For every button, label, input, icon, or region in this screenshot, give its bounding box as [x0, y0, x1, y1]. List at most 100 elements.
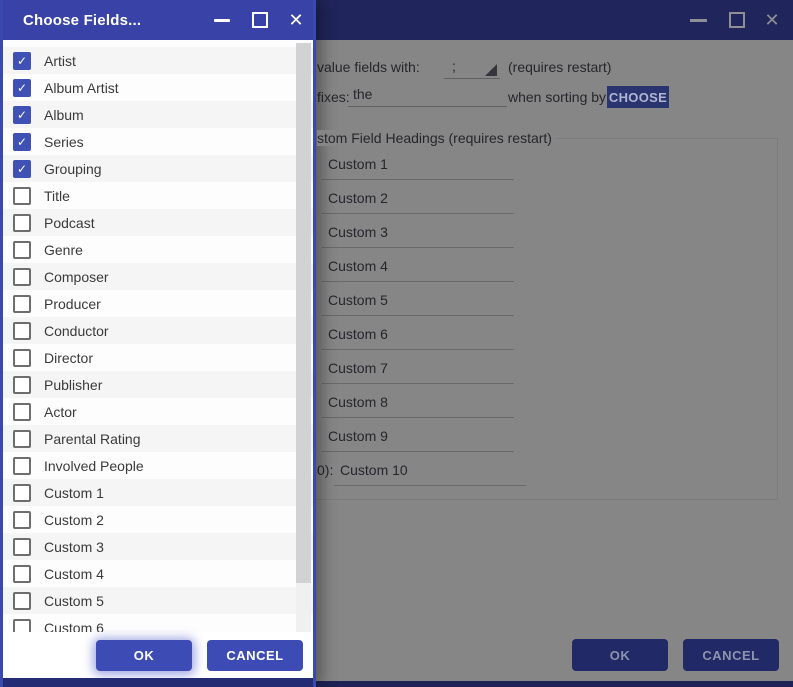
- unchecked-checkbox-icon[interactable]: [13, 214, 31, 232]
- custom-field-input-3[interactable]: Custom 3: [322, 221, 514, 248]
- custom-field-input-9[interactable]: Custom 9: [322, 425, 514, 452]
- field-row-podcast[interactable]: Podcast: [3, 209, 313, 236]
- unchecked-checkbox-icon[interactable]: [13, 484, 31, 502]
- field-row-series[interactable]: ✓ Series: [3, 128, 313, 155]
- field-row-custom-3[interactable]: Custom 3: [3, 533, 313, 560]
- minimize-icon: [214, 19, 230, 22]
- checked-checkbox-icon[interactable]: ✓: [13, 106, 31, 124]
- choose-button[interactable]: CHOOSE: [607, 86, 669, 108]
- unchecked-checkbox-icon[interactable]: [13, 376, 31, 394]
- options-minimize-button[interactable]: [687, 0, 709, 40]
- custom-field-input-6[interactable]: Custom 6: [322, 323, 514, 350]
- separator-dropdown-value[interactable]: ;: [452, 58, 456, 74]
- checked-checkbox-icon[interactable]: ✓: [13, 79, 31, 97]
- field-label: Podcast: [44, 215, 95, 231]
- field-row-actor[interactable]: Actor: [3, 398, 313, 425]
- field-label: Genre: [44, 242, 83, 258]
- field-row-composer[interactable]: Composer: [3, 263, 313, 290]
- field-row-genre[interactable]: Genre: [3, 236, 313, 263]
- custom-field-input-8[interactable]: Custom 8: [322, 391, 514, 418]
- options-bottom-edge: [316, 681, 793, 687]
- unchecked-checkbox-icon[interactable]: [13, 349, 31, 367]
- field-label: Custom 4: [44, 566, 104, 582]
- checked-checkbox-icon[interactable]: ✓: [13, 52, 31, 70]
- field-label: Album Artist: [44, 80, 119, 96]
- checked-checkbox-icon[interactable]: ✓: [13, 133, 31, 151]
- cancel-button[interactable]: CANCEL: [207, 640, 303, 671]
- field-row-conductor[interactable]: Conductor: [3, 317, 313, 344]
- maximize-icon: [252, 12, 268, 28]
- field-row-producer[interactable]: Producer: [3, 290, 313, 317]
- groupbox-title-fragment: stom Field Headings (requires restart): [317, 130, 556, 146]
- unchecked-checkbox-icon[interactable]: [13, 457, 31, 475]
- field-row-custom-1[interactable]: Custom 1: [3, 479, 313, 506]
- unchecked-checkbox-icon[interactable]: [13, 241, 31, 259]
- dialog-title: Choose Fields...: [23, 0, 141, 40]
- field-label: Director: [44, 350, 93, 366]
- prefix-label-fragment: fixes:: [317, 89, 350, 105]
- scrollbar-thumb[interactable]: [296, 43, 311, 583]
- options-cancel-button[interactable]: CANCEL: [683, 639, 779, 671]
- custom-field-input-5[interactable]: Custom 5: [322, 289, 514, 316]
- unchecked-checkbox-icon[interactable]: [13, 565, 31, 583]
- field-row-director[interactable]: Director: [3, 344, 313, 371]
- field-row-artist[interactable]: ✓Artist: [3, 47, 313, 74]
- dialog-bottom-edge: [0, 678, 316, 687]
- unchecked-checkbox-icon[interactable]: [13, 430, 31, 448]
- custom-field-input-1[interactable]: Custom 1: [322, 153, 514, 180]
- dialog-left-border: [0, 0, 3, 687]
- ok-button[interactable]: OK: [96, 640, 192, 671]
- custom10-label-fragment: 0):: [317, 462, 333, 478]
- field-label: Producer: [44, 296, 101, 312]
- when-sorting-by-label: when sorting by: [508, 89, 606, 105]
- field-label: Involved People: [44, 458, 144, 474]
- field-row-album-artist[interactable]: ✓ Album Artist: [3, 74, 313, 101]
- custom-field-input-2[interactable]: Custom 2: [322, 187, 514, 214]
- field-row-publisher[interactable]: Publisher: [3, 371, 313, 398]
- field-row-title[interactable]: Title: [3, 182, 313, 209]
- field-row-custom-5[interactable]: Custom 5: [3, 587, 313, 614]
- unchecked-checkbox-icon[interactable]: [13, 268, 31, 286]
- field-label: Series: [44, 134, 84, 150]
- field-label: Publisher: [44, 377, 102, 393]
- field-label: Parental Rating: [44, 431, 141, 447]
- separator-restart-note: (requires restart): [508, 59, 611, 75]
- screen: ✕ value fields with: ; (requires restart…: [0, 0, 793, 687]
- dialog-minimize-button[interactable]: [211, 0, 233, 40]
- unchecked-checkbox-icon[interactable]: [13, 322, 31, 340]
- checked-checkbox-icon[interactable]: ✓: [13, 160, 31, 178]
- unchecked-checkbox-icon[interactable]: [13, 511, 31, 529]
- custom-field-input-10[interactable]: Custom 10: [334, 459, 526, 486]
- dialog-right-border: [313, 0, 316, 687]
- unchecked-checkbox-icon[interactable]: [13, 187, 31, 205]
- dropdown-arrow-icon[interactable]: [485, 64, 497, 76]
- field-label: Custom 5: [44, 593, 104, 609]
- unchecked-checkbox-icon[interactable]: [13, 295, 31, 313]
- unchecked-checkbox-icon[interactable]: [13, 538, 31, 556]
- field-row-grouping[interactable]: ✓Grouping: [3, 155, 313, 182]
- unchecked-checkbox-icon[interactable]: [13, 592, 31, 610]
- field-label: Title: [44, 188, 70, 204]
- field-label: Custom 3: [44, 539, 104, 555]
- options-close-button[interactable]: ✕: [760, 0, 784, 40]
- dialog-maximize-button[interactable]: [249, 0, 271, 40]
- maximize-icon: [729, 12, 745, 28]
- dialog-close-button[interactable]: ✕: [284, 0, 308, 40]
- field-row-parental-rating[interactable]: Parental Rating: [3, 425, 313, 452]
- close-icon: ✕: [288, 10, 303, 31]
- field-row-custom-4[interactable]: Custom 4: [3, 560, 313, 587]
- field-row-involved-people[interactable]: Involved People: [3, 452, 313, 479]
- unchecked-checkbox-icon[interactable]: [13, 619, 31, 633]
- custom-field-input-7[interactable]: Custom 7: [322, 357, 514, 384]
- options-ok-button[interactable]: OK: [572, 639, 668, 671]
- field-row-album[interactable]: ✓Album: [3, 101, 313, 128]
- options-maximize-button[interactable]: [726, 0, 748, 40]
- prefix-input[interactable]: the: [348, 86, 507, 107]
- field-row-custom-2[interactable]: Custom 2: [3, 506, 313, 533]
- dialog-footer: OK CANCEL: [3, 632, 313, 678]
- list-scrollbar[interactable]: [296, 43, 311, 632]
- field-row-custom-6[interactable]: Custom 6: [3, 614, 313, 632]
- unchecked-checkbox-icon[interactable]: [13, 403, 31, 421]
- custom-field-input-4[interactable]: Custom 4: [322, 255, 514, 282]
- field-list: ✓Artist✓Album Artist✓Album✓Series✓Groupi…: [3, 40, 313, 632]
